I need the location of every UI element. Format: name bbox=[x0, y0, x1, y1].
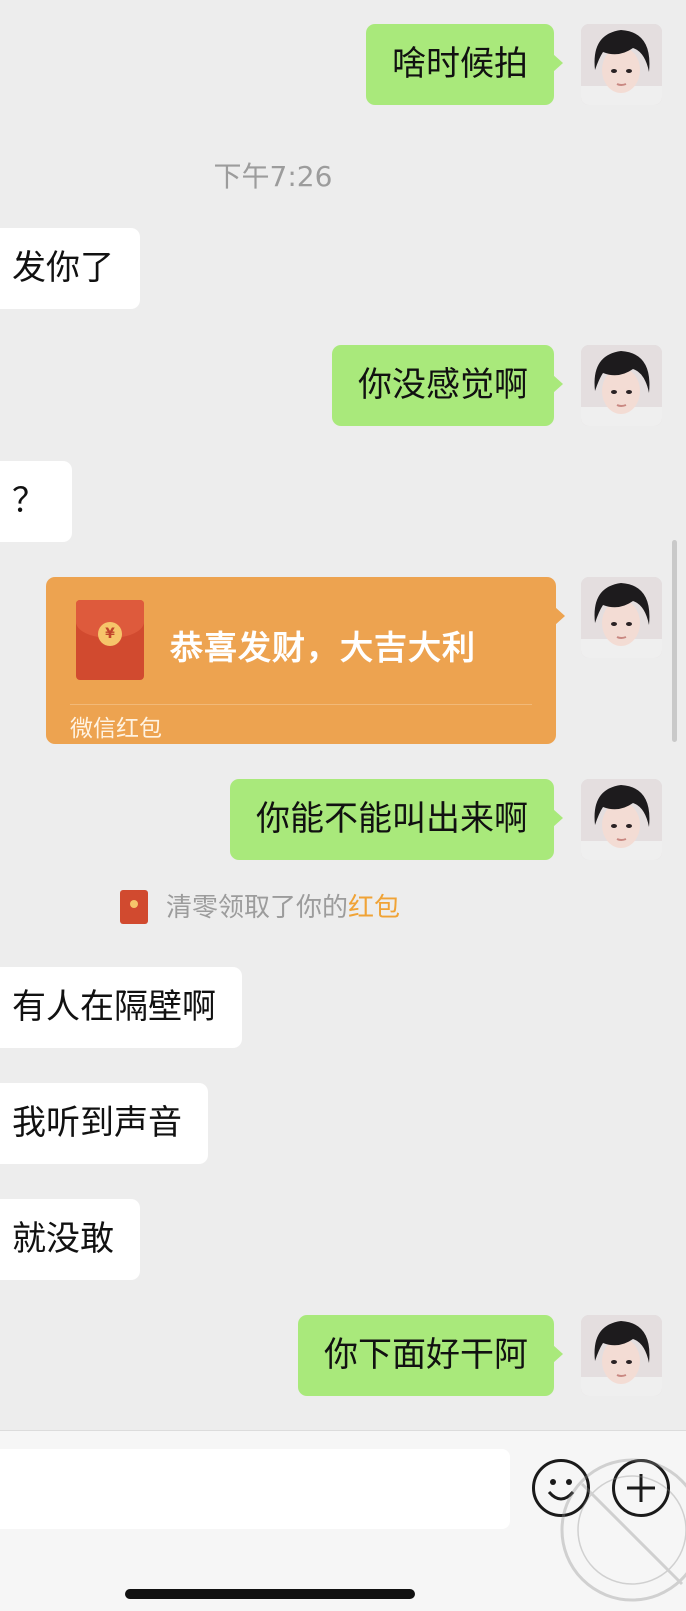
avatar-image bbox=[581, 577, 662, 658]
system-notice: 清零领取了你的红包 bbox=[120, 888, 400, 928]
message-bubble-received[interactable]: 发你了 bbox=[0, 228, 140, 309]
message-bubble-sent[interactable]: 你能不能叫出来啊 bbox=[230, 779, 563, 860]
avatar[interactable] bbox=[581, 24, 662, 105]
avatar-image bbox=[581, 345, 662, 426]
message-bubble-sent[interactable]: 啥时候拍 bbox=[366, 24, 563, 105]
message-bubble-received[interactable]: ？ bbox=[0, 461, 72, 542]
home-indicator[interactable] bbox=[125, 1589, 415, 1599]
system-notice-text: 清零领取了你的 bbox=[166, 893, 349, 923]
message-input[interactable] bbox=[0, 1449, 510, 1529]
red-packet-link[interactable]: 红包 bbox=[348, 893, 400, 923]
avatar[interactable] bbox=[581, 577, 662, 658]
divider bbox=[70, 704, 532, 705]
avatar-image bbox=[581, 24, 662, 105]
red-packet-message[interactable]: ¥ 恭喜发财，大吉大利 微信红包 bbox=[46, 577, 565, 744]
message-bubble-received[interactable]: 就没敢 bbox=[0, 1199, 140, 1280]
red-packet-icon: ¥ bbox=[76, 600, 144, 680]
avatar-image bbox=[581, 779, 662, 860]
message-bubble-received[interactable]: 我听到声音 bbox=[0, 1083, 208, 1164]
avatar-image bbox=[581, 1315, 662, 1396]
scrollbar[interactable] bbox=[672, 540, 677, 742]
coin-icon: ¥ bbox=[98, 622, 122, 646]
avatar[interactable] bbox=[581, 345, 662, 426]
avatar[interactable] bbox=[581, 1315, 662, 1396]
red-packet-title: 恭喜发财，大吉大利 bbox=[170, 628, 476, 667]
message-bubble-sent[interactable]: 你下面好干阿 bbox=[298, 1315, 563, 1396]
chat-area[interactable]: 啥时候拍 下午7:26 发你了 你没感觉啊 ？ ¥ 恭喜发财，大吉大利 微信红包… bbox=[0, 0, 686, 1430]
timestamp: 下午7:26 bbox=[213, 160, 333, 193]
watermark-logo bbox=[560, 1458, 686, 1602]
message-bubble-sent[interactable]: 你没感觉啊 bbox=[332, 345, 563, 426]
red-packet-label: 微信红包 bbox=[70, 716, 162, 742]
red-packet-icon bbox=[120, 889, 148, 924]
avatar[interactable] bbox=[581, 779, 662, 860]
message-bubble-received[interactable]: 有人在隔壁啊 bbox=[0, 967, 242, 1048]
